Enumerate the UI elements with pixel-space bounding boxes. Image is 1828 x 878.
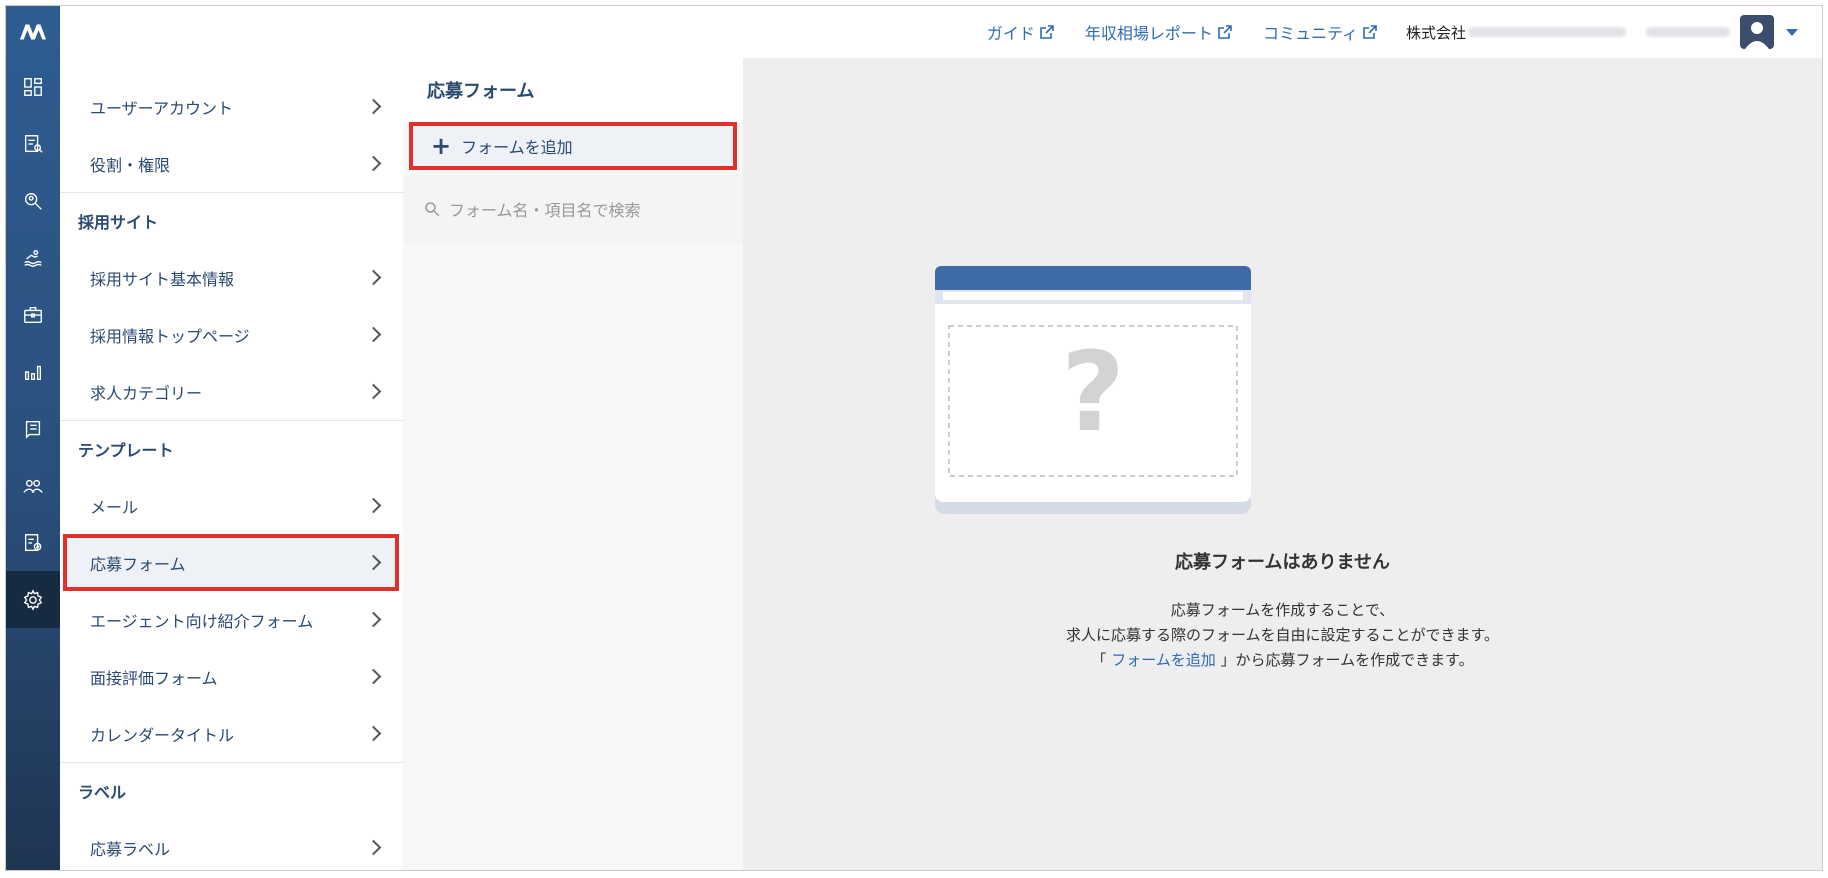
settings-icon[interactable] bbox=[6, 571, 60, 628]
chevron-right-icon bbox=[365, 554, 382, 571]
users-icon[interactable] bbox=[6, 457, 60, 514]
swim-icon[interactable] bbox=[6, 229, 60, 286]
desc-line-2: 求人に応募する際のフォームを自由に設定することができます。 bbox=[1065, 626, 1500, 644]
guide-link[interactable]: ガイド bbox=[987, 20, 1055, 44]
company-name-redacted bbox=[1468, 27, 1626, 37]
menu-item-label: 役割・権限 bbox=[90, 155, 171, 175]
section-recruit-site: 採用サイト bbox=[60, 192, 403, 249]
empty-state-description: 応募フォームを作成することで、 求人に応募する際のフォームを自由に設定することが… bbox=[743, 598, 1822, 673]
menu-item-agent-referral-form[interactable]: エージェント向け紹介フォーム bbox=[60, 591, 403, 648]
menu-item-label: 面接評価フォーム bbox=[90, 668, 218, 688]
menu-item-label: 応募フォーム bbox=[90, 554, 186, 574]
menu-item-recruit-top-page[interactable]: 採用情報トップページ bbox=[60, 306, 403, 363]
salary-report-link[interactable]: 年収相場レポート bbox=[1085, 20, 1233, 44]
add-form-label: フォームを追加 bbox=[461, 138, 573, 157]
logo[interactable] bbox=[6, 6, 60, 58]
chevron-right-icon bbox=[365, 326, 382, 343]
menu-item-mail[interactable]: メール bbox=[60, 477, 403, 534]
search-input[interactable]: フォーム名・項目名で検索 bbox=[403, 174, 743, 244]
chart-icon[interactable] bbox=[6, 343, 60, 400]
menu-item-user-account[interactable]: ユーザーアカウント bbox=[60, 78, 403, 135]
plus-icon: + bbox=[431, 132, 452, 160]
book-icon[interactable] bbox=[6, 400, 60, 457]
desc-line-3-rest: 」から応募フォームを作成できます。 bbox=[1220, 651, 1474, 669]
empty-state-title: 応募フォームはありません bbox=[1175, 552, 1390, 573]
chevron-right-icon bbox=[365, 611, 382, 628]
community-link-label: コミュニティ bbox=[1262, 24, 1358, 43]
form-list-panel: 応募フォーム + フォームを追加 フォーム名・項目名で検索 bbox=[403, 58, 744, 870]
menu-item-label: エージェント向け紹介フォーム bbox=[90, 611, 314, 631]
menu-item-label: ユーザーアカウント bbox=[90, 98, 234, 118]
chevron-right-icon bbox=[365, 668, 382, 685]
menu-item-application-form[interactable]: 応募フォーム bbox=[63, 534, 399, 591]
menu-item-label: 採用情報トップページ bbox=[90, 326, 250, 346]
user-icon bbox=[1745, 22, 1769, 49]
desc-line-3: 「 フォームを追加 」から応募フォームを作成できます。 bbox=[743, 648, 1822, 673]
add-form-link[interactable]: フォームを追加 bbox=[1111, 651, 1216, 669]
report-icon[interactable] bbox=[6, 514, 60, 571]
guide-link-label: ガイド bbox=[986, 24, 1035, 43]
menu-spacer bbox=[60, 58, 403, 78]
menu-item-interview-evaluation-form[interactable]: 面接評価フォーム bbox=[60, 648, 403, 705]
menu-item-label: カレンダータイトル bbox=[90, 725, 235, 745]
chevron-right-icon bbox=[365, 725, 382, 742]
question-mark-icon: ? bbox=[1061, 328, 1125, 456]
chevron-right-icon bbox=[365, 98, 382, 115]
dashboard-icon[interactable] bbox=[6, 58, 60, 115]
chevron-right-icon bbox=[365, 839, 382, 856]
external-link-icon bbox=[1040, 25, 1054, 39]
briefcase-icon[interactable] bbox=[6, 286, 60, 343]
search-placeholder: フォーム名・項目名で検索 bbox=[449, 201, 641, 220]
documents-search-icon[interactable] bbox=[6, 115, 60, 172]
add-form-button[interactable]: + フォームを追加 bbox=[409, 122, 737, 170]
company-prefix: 株式会社 bbox=[1405, 23, 1466, 42]
section-template: テンプレート bbox=[60, 420, 403, 477]
menu-item-label: メール bbox=[90, 497, 139, 517]
chevron-right-icon bbox=[365, 497, 382, 514]
menu-item-site-basic-info[interactable]: 採用サイト基本情報 bbox=[60, 249, 403, 306]
company-name: 株式会社 bbox=[1406, 22, 1730, 43]
menu-item-calendar-title[interactable]: カレンダータイトル bbox=[60, 705, 403, 762]
menu-item-application-label[interactable]: 応募ラベル bbox=[60, 819, 403, 870]
user-name-redacted bbox=[1646, 27, 1730, 37]
external-link-icon bbox=[1363, 25, 1377, 39]
section-label: ラベル bbox=[60, 762, 403, 819]
chevron-right-icon bbox=[365, 269, 382, 286]
logo-icon bbox=[19, 24, 47, 40]
desc-bracket-open: 「 bbox=[1091, 651, 1107, 669]
app-window: ガイド 年収相場レポート コミュニティ 株式会社 ユーザーアカウント 役割・権限… bbox=[5, 5, 1823, 871]
empty-form-illustration: ? bbox=[935, 266, 1251, 514]
menu-item-job-category[interactable]: 求人カテゴリー bbox=[60, 363, 403, 420]
chevron-right-icon bbox=[365, 155, 382, 172]
menu-item-label: 採用サイト基本情報 bbox=[90, 269, 235, 289]
search-icon bbox=[425, 202, 440, 217]
top-bar: ガイド 年収相場レポート コミュニティ 株式会社 bbox=[60, 6, 1822, 59]
panel-title: 応募フォーム bbox=[403, 58, 743, 122]
menu-item-label: 応募ラベル bbox=[90, 839, 171, 859]
salary-report-link-label: 年収相場レポート bbox=[1084, 24, 1213, 43]
menu-item-label: 求人カテゴリー bbox=[90, 383, 203, 403]
account-menu-caret-icon[interactable] bbox=[1786, 28, 1798, 36]
main-content: ? 応募フォームはありません 応募フォームを作成することで、 求人に応募する際の… bbox=[743, 58, 1822, 870]
menu-item-roles[interactable]: 役割・権限 bbox=[60, 135, 403, 192]
external-link-icon bbox=[1218, 25, 1232, 39]
icon-rail bbox=[6, 6, 60, 870]
avatar[interactable] bbox=[1740, 15, 1774, 49]
chevron-right-icon bbox=[365, 383, 382, 400]
candidate-search-icon[interactable] bbox=[6, 172, 60, 229]
community-link[interactable]: コミュニティ bbox=[1263, 20, 1378, 44]
desc-line-1: 応募フォームを作成することで、 bbox=[1170, 601, 1395, 619]
settings-menu: ユーザーアカウント 役割・権限 採用サイト 採用サイト基本情報 採用情報トップペ… bbox=[60, 58, 404, 870]
